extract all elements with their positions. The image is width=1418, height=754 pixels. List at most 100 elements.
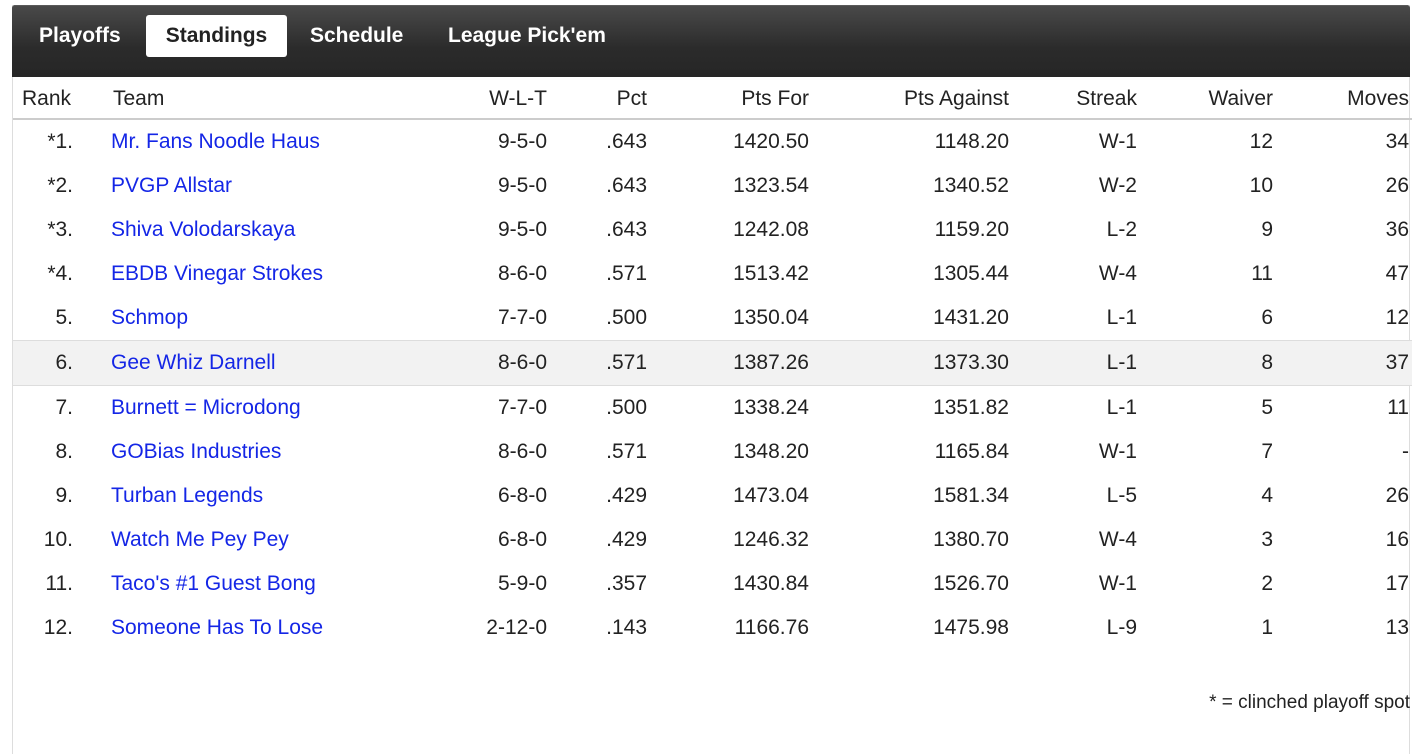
team-link[interactable]: Gee Whiz Darnell bbox=[111, 351, 276, 374]
rank-cell: 6. bbox=[13, 340, 111, 386]
team-link[interactable]: Burnett = Microdong bbox=[111, 396, 301, 419]
pct-cell: .571 bbox=[606, 262, 647, 285]
pts-against-cell: 1340.52 bbox=[933, 174, 1009, 197]
pts-for-cell: 1430.84 bbox=[733, 572, 809, 595]
streak-cell: L-9 bbox=[1106, 616, 1137, 639]
team-link[interactable]: Shiva Volodarskaya bbox=[111, 218, 295, 241]
waiver-cell: 5 bbox=[1261, 396, 1273, 419]
team-link[interactable]: PVGP Allstar bbox=[111, 174, 232, 197]
tab-standings[interactable]: Standings bbox=[146, 15, 287, 57]
column-header-streak[interactable]: Streak bbox=[1009, 80, 1137, 120]
pct-cell: .500 bbox=[606, 396, 647, 419]
rank-cell: *3. bbox=[47, 218, 73, 241]
moves-cell: 16 bbox=[1385, 528, 1409, 551]
pts-for-cell: 1246.32 bbox=[733, 528, 809, 551]
column-header-pts-for[interactable]: Pts For bbox=[647, 80, 809, 120]
pct-cell: .571 bbox=[547, 340, 647, 386]
column-header-wlt[interactable]: W-L-T bbox=[443, 80, 547, 120]
table-row: 12. Someone Has To Lose 2-12-0 .143 1166.76 1… bbox=[13, 606, 1412, 650]
rank-cell: 11. bbox=[45, 572, 73, 595]
moves-cell: 37 bbox=[1273, 340, 1412, 386]
team-link[interactable]: Turban Legends bbox=[111, 484, 263, 507]
streak-cell: L-1 bbox=[1009, 340, 1137, 386]
team-cell: Mr. Fans Noodle Haus bbox=[111, 119, 443, 164]
team-link[interactable]: Watch Me Pey Pey bbox=[111, 528, 289, 551]
rank-cell: 8. bbox=[55, 440, 73, 463]
pts-against-cell: 1431.20 bbox=[933, 306, 1009, 329]
pct-cell: .143 bbox=[606, 616, 647, 639]
pct-cell: .500 bbox=[606, 306, 647, 329]
column-header-waiver[interactable]: Waiver bbox=[1137, 80, 1273, 120]
rank-cell: 7. bbox=[55, 396, 73, 419]
waiver-cell: 11 bbox=[1251, 262, 1273, 285]
wlt-cell: 9-5-0 bbox=[497, 218, 547, 241]
pts-for-cell: 1473.04 bbox=[733, 484, 809, 507]
standings-body: *1. Mr. Fans Noodle Haus 9-5-0 .643 1420.50 1… bbox=[13, 119, 1412, 650]
moves-cell: 13 bbox=[1385, 616, 1409, 639]
table-row: 5. Schmop 7-7-0 .500 1350.04 1431.20 L-1 6 12 bbox=[13, 296, 1412, 341]
pts-against-cell: 1159.20 bbox=[934, 218, 1009, 241]
moves-cell: 26 bbox=[1385, 174, 1409, 197]
waiver-cell: 6 bbox=[1261, 306, 1273, 329]
waiver-cell: 3 bbox=[1261, 528, 1273, 551]
pts-for-cell: 1513.42 bbox=[733, 262, 809, 285]
pts-against-cell: 1305.44 bbox=[933, 262, 1009, 285]
pts-for-cell: 1338.24 bbox=[733, 396, 809, 419]
team-cell: PVGP Allstar bbox=[111, 164, 443, 208]
pct-cell: .643 bbox=[606, 130, 647, 153]
table-row: 8. GOBias Industries 8-6-0 .571 1348.20 1165.… bbox=[13, 430, 1412, 474]
column-header-rank[interactable]: Rank bbox=[13, 80, 111, 120]
rank-cell: 5. bbox=[55, 306, 73, 329]
team-link[interactable]: EBDB Vinegar Strokes bbox=[111, 262, 323, 285]
table-row: *4. EBDB Vinegar Strokes 8-6-0 .571 1513.42 1… bbox=[13, 252, 1412, 296]
team-cell: Someone Has To Lose bbox=[111, 606, 443, 650]
tab-playoffs[interactable]: Playoffs bbox=[21, 15, 139, 57]
team-link[interactable]: Schmop bbox=[111, 306, 188, 329]
pts-against-cell: 1380.70 bbox=[933, 528, 1009, 551]
wlt-cell: 2-12-0 bbox=[486, 616, 547, 639]
streak-cell: W-1 bbox=[1098, 440, 1137, 463]
table-row: 7. Burnett = Microdong 7-7-0 .500 1338.24 135… bbox=[13, 386, 1412, 431]
streak-cell: L-5 bbox=[1106, 484, 1137, 507]
pts-against-cell: 1351.82 bbox=[933, 396, 1009, 419]
pct-cell: .571 bbox=[606, 440, 647, 463]
column-header-team[interactable]: Team bbox=[111, 80, 443, 120]
wlt-cell: 7-7-0 bbox=[497, 306, 547, 329]
streak-cell: L-1 bbox=[1106, 396, 1137, 419]
team-cell: Turban Legends bbox=[111, 474, 443, 518]
team-cell: Gee Whiz Darnell bbox=[111, 340, 443, 386]
tab-league-pickem[interactable]: League Pick'em bbox=[430, 15, 624, 57]
team-cell: Schmop bbox=[111, 296, 443, 341]
rank-cell: 12. bbox=[43, 616, 73, 639]
wlt-cell: 8-6-0 bbox=[497, 440, 547, 463]
team-link[interactable]: Mr. Fans Noodle Haus bbox=[111, 130, 320, 153]
team-link[interactable]: GOBias Industries bbox=[111, 440, 281, 463]
waiver-cell: 12 bbox=[1249, 130, 1273, 153]
wlt-cell: 5-9-0 bbox=[497, 572, 547, 595]
moves-cell: 47 bbox=[1385, 262, 1409, 285]
waiver-cell: 4 bbox=[1261, 484, 1273, 507]
streak-cell: W-4 bbox=[1098, 262, 1137, 285]
rank-cell: *1. bbox=[47, 130, 73, 153]
tab-schedule[interactable]: Schedule bbox=[292, 15, 421, 57]
table-row: *3. Shiva Volodarskaya 9-5-0 .643 1242.08 115… bbox=[13, 208, 1412, 252]
streak-cell: W-1 bbox=[1098, 572, 1137, 595]
column-header-pts-against[interactable]: Pts Against bbox=[809, 80, 1009, 120]
column-header-pct[interactable]: Pct bbox=[547, 80, 647, 120]
standings-table: Rank Team W-L-T Pct Pts For Pts Against … bbox=[13, 80, 1412, 650]
pts-for-cell: 1166.76 bbox=[734, 616, 809, 639]
moves-cell: 26 bbox=[1385, 484, 1409, 507]
team-cell: Taco's #1 Guest Bong bbox=[111, 562, 443, 606]
column-header-moves[interactable]: Moves bbox=[1273, 80, 1412, 120]
team-link[interactable]: Someone Has To Lose bbox=[111, 616, 323, 639]
pts-against-cell: 1165.84 bbox=[934, 440, 1009, 463]
pts-for-cell: 1348.20 bbox=[733, 440, 809, 463]
wlt-cell: 7-7-0 bbox=[497, 396, 547, 419]
table-row: 6. Gee Whiz Darnell 8-6-0.571 1387.26 1373.3… bbox=[13, 340, 1412, 386]
rank-cell: 10. bbox=[43, 528, 73, 551]
pts-against-cell: 1373.30 bbox=[809, 340, 1009, 386]
pct-cell: .643 bbox=[606, 218, 647, 241]
pts-for-cell: 1350.04 bbox=[733, 306, 809, 329]
wlt-cell: 9-5-0 bbox=[497, 174, 547, 197]
team-link[interactable]: Taco's #1 Guest Bong bbox=[111, 572, 316, 595]
